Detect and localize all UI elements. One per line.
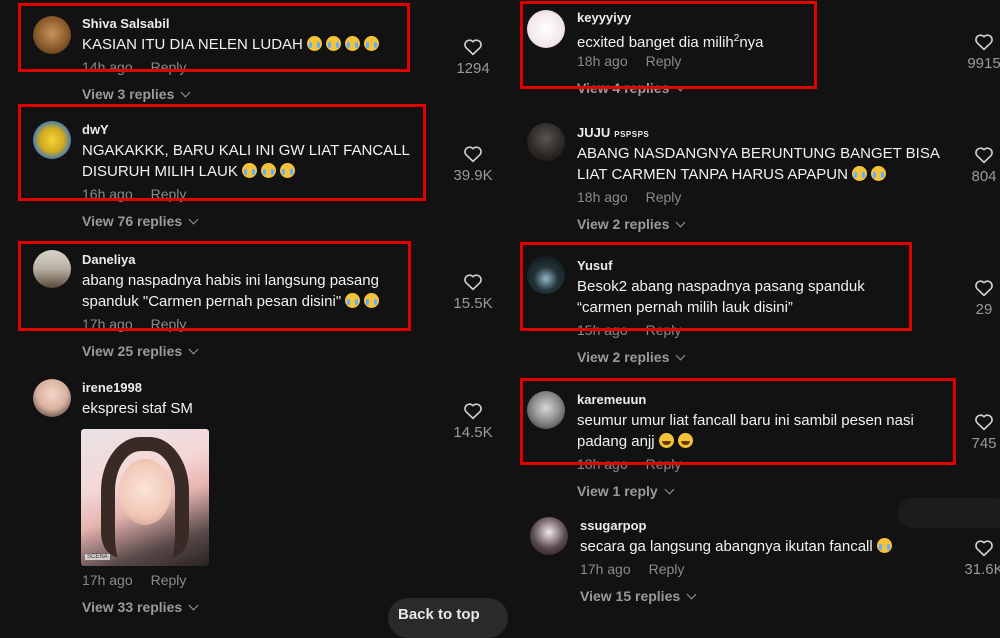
view-replies-label: View 2 replies [577, 216, 670, 232]
username-badge: PSPSPS [614, 130, 650, 139]
like-button[interactable]: 14.5K [443, 402, 496, 441]
comment-line: ABANG NASDANGNYA BERUNTUNG BANGET BISA [577, 143, 940, 164]
chevron-down-icon [180, 87, 191, 98]
like-count: 804 [971, 168, 997, 185]
left-comment-column: Shiva Salsabil KASIAN ITU DIA NELEN LUDAH… [0, 0, 496, 623]
chevron-down-icon [188, 214, 199, 225]
heart-icon [464, 146, 482, 163]
crying-emoji-icon [876, 538, 892, 553]
view-replies-label: View 76 replies [82, 213, 183, 229]
username[interactable]: ssugarpop [580, 518, 646, 533]
heart-icon [975, 147, 993, 164]
username-label: JUJU [577, 125, 611, 140]
like-button[interactable]: 29 [954, 279, 1000, 318]
chevron-down-icon [188, 600, 199, 611]
comment-meta: 17h ago Reply [580, 561, 684, 577]
like-button[interactable]: 745 [954, 413, 1000, 452]
comment-line: ekspresi staf SM [82, 400, 193, 417]
username[interactable]: irene1998 [82, 380, 142, 395]
overlay-shadow [898, 498, 1000, 528]
chevron-down-icon [675, 217, 686, 228]
comment-text: ABANG NASDANGNYA BERUNTUNG BANGET BISA LI… [577, 143, 940, 185]
timestamp: 17h ago [82, 572, 133, 588]
avatar[interactable] [33, 379, 71, 417]
highlight-box [520, 1, 817, 89]
username[interactable]: JUJU PSPSPS [577, 125, 649, 140]
username-label: ssugarpop [580, 518, 647, 533]
reply-link[interactable]: Reply [649, 561, 685, 577]
view-replies-link[interactable]: View 1 reply [577, 483, 675, 499]
avatar[interactable] [527, 123, 565, 161]
comment-text: secara ga langsung abangnya ikutan fanca… [580, 536, 892, 557]
highlight-box [18, 3, 410, 72]
highlight-box [18, 104, 426, 201]
like-button[interactable]: 1294 [443, 38, 496, 77]
chevron-down-icon [664, 484, 675, 495]
like-count: 1294 [456, 60, 490, 77]
like-button[interactable]: 15.5K [443, 273, 496, 312]
chevron-down-icon [188, 344, 199, 355]
comment-meta: 17h ago Reply [82, 572, 186, 588]
view-replies-label: View 1 reply [577, 483, 658, 499]
chevron-down-icon [686, 589, 697, 600]
heart-icon [464, 39, 482, 56]
comment-text: ekspresi staf SM [82, 398, 193, 419]
highlight-box [520, 242, 912, 331]
comment-line: LIAT CARMEN TANPA HARUS APAPUN [577, 164, 940, 185]
timestamp: 17h ago [580, 561, 631, 577]
comment-line: secara ga langsung abangnya ikutan fanca… [580, 536, 892, 557]
like-button[interactable]: 39.9K [443, 145, 496, 184]
crying-emoji-icon [851, 166, 867, 181]
heart-icon [975, 280, 993, 297]
like-count: 39.9K [453, 167, 493, 184]
right-comment-column: keyyyiyy ecxited banget dia milih2nya 18h … [496, 0, 1000, 623]
heart-icon [464, 403, 482, 420]
view-replies-label: View 15 replies [580, 588, 681, 604]
heart-icon [464, 274, 482, 291]
view-replies-link[interactable]: View 2 replies [577, 216, 686, 232]
crying-emoji-icon [870, 166, 886, 181]
like-count: 29 [975, 301, 993, 318]
view-replies-link[interactable]: View 2 replies [577, 349, 686, 365]
heart-icon [975, 540, 993, 557]
like-count: 15.5K [453, 295, 493, 312]
like-count: 31.6K [964, 561, 1000, 578]
heart-icon [975, 414, 993, 431]
like-button[interactable]: 804 [954, 146, 1000, 185]
chevron-down-icon [675, 350, 686, 361]
photo-hair [101, 437, 189, 557]
highlight-box [520, 378, 956, 465]
like-count: 9915 [967, 55, 1000, 72]
like-count: 745 [971, 435, 997, 452]
heart-icon [975, 34, 993, 51]
reply-link[interactable]: Reply [646, 189, 682, 205]
view-replies-link[interactable]: View 25 replies [82, 343, 199, 359]
back-to-top-button[interactable]: Back to top [388, 598, 508, 638]
view-replies-label: View 33 replies [82, 599, 183, 615]
photo-caption: SCENA [85, 554, 110, 560]
like-count: 14.5K [453, 424, 493, 441]
view-replies-link[interactable]: View 76 replies [82, 213, 199, 229]
view-replies-label: View 3 replies [82, 86, 175, 102]
view-replies-label: View 2 replies [577, 349, 670, 365]
view-replies-link[interactable]: View 15 replies [580, 588, 697, 604]
highlight-box [18, 241, 411, 331]
comment-meta: 18h ago Reply [577, 189, 681, 205]
comment-photo: SCENA [81, 429, 209, 566]
comment-line-text: LIAT CARMEN TANPA HARUS APAPUN [577, 166, 848, 183]
comment-line-text: ABANG NASDANGNYA BERUNTUNG BANGET BISA [577, 145, 940, 162]
like-button[interactable]: 9915 [954, 33, 1000, 72]
timestamp: 18h ago [577, 189, 628, 205]
comment-line-text: secara ga langsung abangnya ikutan fanca… [580, 538, 873, 555]
like-button[interactable]: 31.6K [954, 539, 1000, 578]
avatar[interactable] [530, 517, 568, 555]
reply-link[interactable]: Reply [151, 572, 187, 588]
view-replies-label: View 25 replies [82, 343, 183, 359]
view-replies-link[interactable]: View 33 replies [82, 599, 199, 615]
view-replies-link[interactable]: View 3 replies [82, 86, 191, 102]
